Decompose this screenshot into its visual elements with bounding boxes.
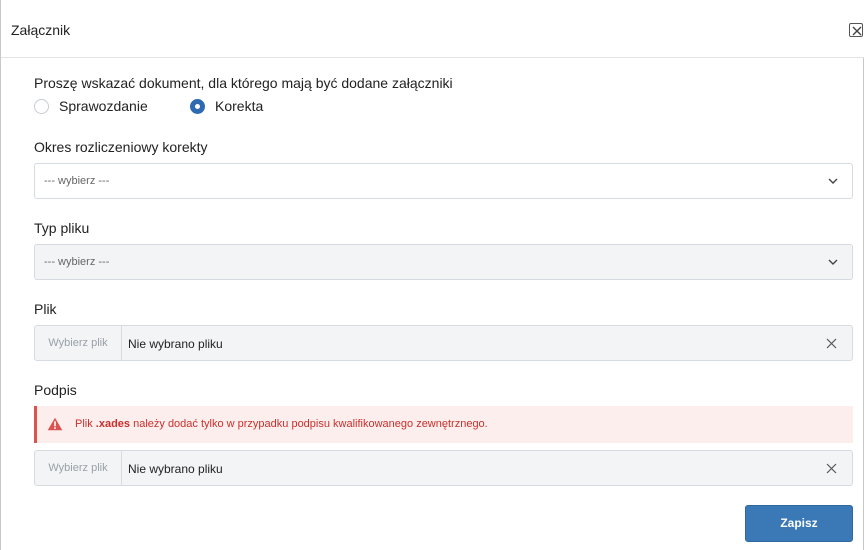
dialog-title: Załącznik	[11, 22, 71, 38]
radio-option-sprawozdanie[interactable]: Sprawozdanie	[34, 97, 148, 115]
period-select[interactable]: --- wybierz ---	[34, 163, 853, 199]
choose-signature-file-button[interactable]: Wybierz plik	[35, 451, 122, 485]
radio-korekta[interactable]	[190, 98, 205, 114]
attachment-dialog: Załącznik Proszę wskazać dokument, dla k…	[0, 0, 864, 550]
file-input[interactable]: Wybierz plik Nie wybrano pliku	[34, 325, 853, 361]
file-label: Plik	[34, 301, 57, 317]
alert-text-suffix: należy dodać tylko w przypadku podpisu k…	[130, 418, 488, 430]
file-type-select-value: --- wybierz ---	[44, 256, 110, 268]
clear-file-icon[interactable]	[826, 338, 837, 349]
radio-label-sprawozdanie: Sprawozdanie	[59, 98, 148, 114]
radio-sprawozdanie[interactable]	[34, 98, 49, 114]
alert-text-extension: .xades	[95, 418, 131, 430]
file-status: Nie wybrano pliku	[128, 337, 223, 351]
file-type-select[interactable]: --- wybierz ---	[34, 244, 853, 280]
signature-alert-text: Plik .xades należy dodać tylko w przypad…	[75, 418, 488, 430]
warning-icon	[47, 417, 63, 431]
signature-label: Podpis	[34, 382, 77, 398]
close-button[interactable]	[849, 23, 863, 37]
signature-alert: Plik .xades należy dodać tylko w przypad…	[34, 406, 853, 443]
signature-file-status: Nie wybrano pliku	[128, 462, 223, 476]
chevron-down-icon	[828, 259, 838, 265]
signature-file-input[interactable]: Wybierz plik Nie wybrano pliku	[34, 450, 853, 486]
period-label: Okres rozliczeniowy korekty	[34, 139, 208, 155]
save-button[interactable]: Zapisz	[745, 505, 853, 542]
chevron-down-icon	[828, 178, 838, 184]
document-question: Proszę wskazać dokument, dla którego maj…	[34, 75, 453, 91]
clear-signature-icon[interactable]	[826, 463, 837, 474]
close-icon	[852, 26, 862, 36]
period-select-value: --- wybierz ---	[44, 175, 110, 187]
dialog-titlebar: Załącznik	[1, 0, 864, 58]
choose-file-button[interactable]: Wybierz plik	[35, 326, 122, 360]
alert-text-prefix: Plik	[75, 418, 96, 430]
file-type-label: Typ pliku	[34, 220, 90, 236]
radio-label-korekta: Korekta	[215, 98, 264, 114]
radio-option-korekta[interactable]: Korekta	[190, 97, 263, 115]
